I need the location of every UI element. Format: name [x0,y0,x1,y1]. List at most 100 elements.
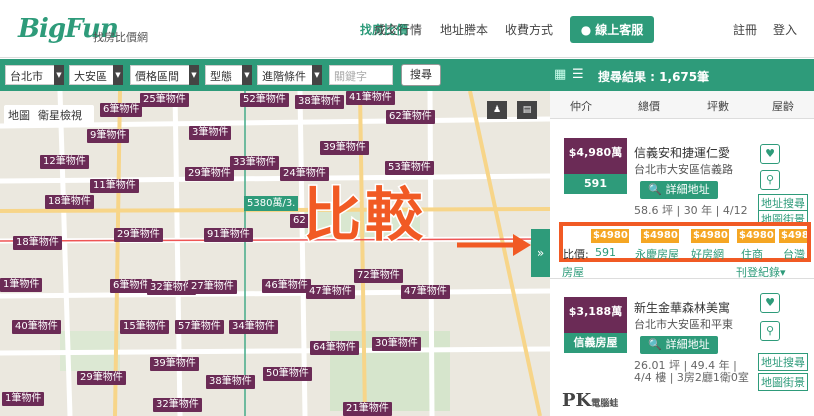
detail-address-button[interactable]: 🔍 詳細地址 [640,181,718,199]
price-value: 價格區間 [135,70,179,83]
map-cluster-pin[interactable]: 40筆物件 [12,320,61,334]
advanced-select[interactable]: 進階條件 ▼ [257,65,322,85]
listing-thumb[interactable]: $4,980萬 591 [564,138,627,194]
detail-address-button[interactable]: 🔍 詳細地址 [640,336,718,354]
advanced-value: 進階條件 [262,70,306,83]
map-cluster-pin[interactable]: 30筆物件 [372,337,421,351]
map-cluster-pin[interactable]: 47筆物件 [401,285,450,299]
heart-icon[interactable]: ♥ [760,293,780,313]
map-cluster-pin[interactable]: 39筆物件 [150,357,199,371]
map-pin-icon[interactable]: ⚲ [760,170,780,190]
map-type-control: 地圖 衛星檢視 [4,105,94,125]
map-cluster-pin[interactable]: 46筆物件 [262,279,311,293]
map-cluster-pin[interactable]: 15筆物件 [120,320,169,334]
listing-title[interactable]: 信義安和捷運仁愛 [634,144,730,161]
map-cluster-pin[interactable]: 18筆物件 [45,195,94,209]
map-cluster-pin[interactable]: 29筆物件 [77,371,126,385]
watermark-sub: 電腦蛙 [591,399,619,409]
map-cluster-pin[interactable]: 29筆物件 [185,167,234,181]
map-cluster-pin[interactable]: 1筆物件 [0,278,43,292]
map-cluster-pin[interactable]: 64筆物件 [310,341,359,355]
login-link[interactable]: 登入 [773,21,797,38]
user-icon: ● [580,22,592,37]
map-cluster-pin[interactable]: 27筆物件 [188,280,237,294]
map-cluster-pin[interactable]: 1筆物件 [2,392,45,406]
chevron-down-icon: ▼ [54,65,64,85]
chevron-down-icon: ▼ [189,65,199,85]
map-cluster-pin[interactable]: 52筆物件 [240,93,289,107]
map-cluster-pin[interactable]: 41筆物件 [346,91,395,105]
map-cluster-pin[interactable]: 32筆物件 [153,398,202,412]
listing-price: $4,980萬 [568,146,623,159]
streetview-icon[interactable]: ♟ [487,101,507,119]
map-pin-icon[interactable]: ⚲ [760,321,780,341]
map-cluster-pin[interactable]: 91筆物件 [204,228,253,242]
city-select[interactable]: 台北市 ▼ [5,65,64,85]
price-pin[interactable]: 5380萬/3. [244,196,299,211]
listing-thumb[interactable]: $3,188萬 信義房屋 [564,297,627,353]
service-label: 線上客服 [595,23,644,37]
nav-address-transcript[interactable]: 地址謄本 [440,21,488,38]
sort-total-price[interactable]: 總價 [638,98,660,114]
register-link[interactable]: 註冊 [733,21,757,38]
keyword-input[interactable]: 關鍵字 [329,65,393,85]
map-cluster-pin[interactable]: 3筆物件 [189,126,232,140]
heart-icon[interactable]: ♥ [760,144,780,164]
street-view-link[interactable]: 地圖街景 [758,373,808,391]
nav-deal-market[interactable]: 成交行情 [374,21,422,38]
compare-source-link[interactable]: 好房網 [691,246,724,262]
map-cluster-pin[interactable]: 39筆物件 [320,141,369,155]
type-select[interactable]: 型態 ▼ [205,65,252,85]
nav-pricing[interactable]: 收費方式 [505,21,553,38]
grid-view-icon[interactable]: ▦ [554,67,566,82]
listing-card[interactable]: $4,980萬 591 信義安和捷運仁愛 台北市大安區信義路 🔍 詳細地址 58… [564,136,810,228]
map-cluster-pin[interactable]: 33筆物件 [230,156,279,170]
map-cluster-pin[interactable]: 29筆物件 [114,228,163,242]
map-cluster-pin[interactable]: 6筆物件 [100,103,143,117]
map-cluster-pin[interactable]: 21筆物件 [343,402,392,416]
address-search-link[interactable]: 地址搜尋 [758,353,808,371]
compare-source-link[interactable]: 住商 [741,246,763,262]
online-service-button[interactable]: ● 線上客服 [570,16,654,43]
map-cluster-pin[interactable]: 50筆物件 [263,367,312,381]
listing-info-2: 4/4 樓 | 3房2廳1衛0室 [634,371,749,384]
map-cluster-pin[interactable]: 11筆物件 [90,179,139,193]
layers-icon[interactable]: ▤ [517,101,537,119]
map-cluster-pin[interactable]: 72筆物件 [354,269,403,283]
map-cluster-pin[interactable]: 9筆物件 [87,129,130,143]
listing-source: 信義房屋 [564,333,627,353]
listing-address: 台北市大安區信義路 [634,163,733,176]
search-button[interactable]: 搜尋 [401,64,441,86]
map-mode-button[interactable]: 地圖 [8,109,30,122]
map-cluster-pin[interactable]: 38筆物件 [295,95,344,109]
watermark-brand: PK [562,390,592,411]
listing-title[interactable]: 新生金華森林美寓 [634,299,730,316]
map-cluster-pin[interactable]: 34筆物件 [229,320,278,334]
map-cluster-pin[interactable]: 18筆物件 [13,236,62,250]
map-cluster-pin[interactable]: 62筆物件 [386,110,435,124]
map-cluster-pin[interactable]: 53筆物件 [385,161,434,175]
sort-agent[interactable]: 仲介 [570,98,592,114]
sort-area[interactable]: 坪數 [707,98,729,114]
compare-source-link[interactable]: 591 [595,246,616,259]
listing-price: $3,188萬 [568,305,623,318]
map-cluster-pin[interactable]: 57筆物件 [175,320,224,334]
compare-source-link[interactable]: 台灣 [783,246,805,262]
logo-subtitle: 找房比價網 [93,31,148,44]
map-cluster-pin[interactable]: 12筆物件 [40,155,89,169]
satellite-mode-button[interactable]: 衛星檢視 [38,109,82,122]
listing-card[interactable]: $3,188萬 信義房屋 新生金華森林美寓 台北市大安區和平東 🔍 詳細地址 2… [564,291,810,391]
map-cluster-pin[interactable]: 24筆物件 [280,167,329,181]
map-cluster-pin[interactable]: 38筆物件 [206,375,255,389]
chevron-down-icon: ▼ [113,65,123,85]
list-view-icon[interactable]: ☰ [572,67,584,82]
compare-price: $4980 [737,229,775,243]
compare-source-link[interactable]: 永慶房屋 [635,246,679,262]
compare-price: $4980 [641,229,679,243]
map-cluster-pin[interactable]: 25筆物件 [140,93,189,107]
listing-address: 台北市大安區和平東 [634,318,733,331]
sort-age[interactable]: 屋齡 [772,98,794,114]
district-select[interactable]: 大安區 ▼ [69,65,123,85]
price-select[interactable]: 價格區間 ▼ [130,65,199,85]
map-cluster-pin[interactable]: 47筆物件 [306,285,355,299]
